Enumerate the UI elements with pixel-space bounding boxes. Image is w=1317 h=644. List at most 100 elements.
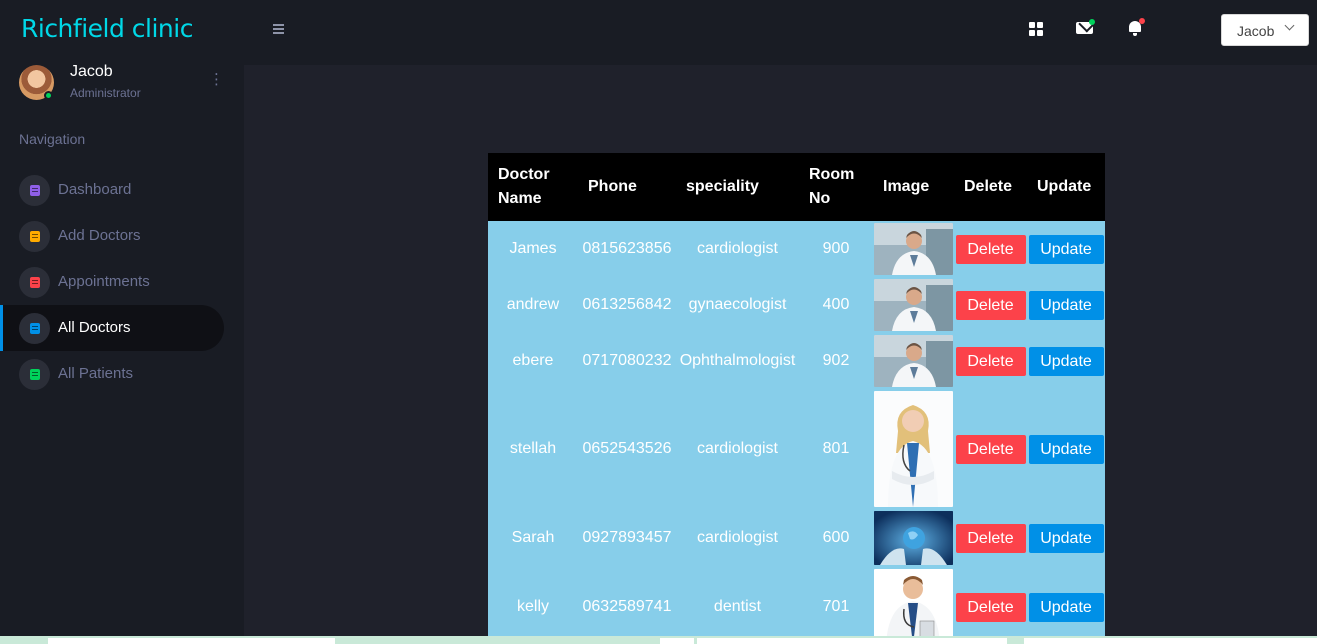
chevron-down-icon: [1284, 20, 1295, 31]
more-options-icon[interactable]: ⋮: [209, 71, 224, 89]
delete-button[interactable]: Delete: [955, 434, 1026, 464]
speciality-cell: gynaecologist: [676, 277, 799, 333]
delete-button[interactable]: Delete: [955, 234, 1026, 264]
sidebar: Richfield clinic Jacob Administrator ⋮ N…: [0, 0, 244, 644]
speciality-cell: dentist: [676, 567, 799, 644]
phone-cell: 0632589741: [578, 567, 676, 644]
update-cell: Update: [1027, 509, 1105, 567]
doctor-image: [873, 333, 954, 389]
appointments-icon: [19, 267, 50, 298]
user-dropdown-label: Jacob: [1237, 23, 1275, 39]
update-button[interactable]: Update: [1028, 434, 1104, 464]
room-cell: 801: [799, 389, 873, 509]
bell-notification-dot: [1139, 18, 1145, 24]
table-row: kelly 0632589741 dentist 701 Delete Update: [488, 567, 1105, 644]
delete-cell: Delete: [954, 277, 1027, 333]
doctor-name-cell: kelly: [488, 567, 578, 644]
doctor-image: [873, 389, 954, 509]
doctor-image: [873, 509, 954, 567]
doctor-image: [873, 221, 954, 277]
room-cell: 902: [799, 333, 873, 389]
update-button[interactable]: Update: [1028, 523, 1104, 553]
sidebar-item-label: Add Doctors: [58, 227, 141, 244]
phone-cell: 0613256842: [578, 277, 676, 333]
top-navbar: Jacob: [244, 0, 1317, 65]
table-header-row: Doctor Name Phone speciality Room No Ima…: [488, 153, 1105, 221]
column-header: Doctor Name: [488, 153, 578, 221]
bottom-strip: [0, 636, 1317, 644]
phone-cell: 0815623856: [578, 221, 676, 277]
update-button[interactable]: Update: [1028, 346, 1104, 376]
phone-cell: 0927893457: [578, 509, 676, 567]
doctor-image: [873, 277, 954, 333]
table-row: andrew 0613256842 gynaecologist 400 Delete Up…: [488, 277, 1105, 333]
speciality-cell: cardiologist: [676, 221, 799, 277]
sidebar-item-all-doctors[interactable]: All Doctors: [0, 305, 224, 351]
update-button[interactable]: Update: [1028, 234, 1104, 264]
sidebar-item-label: Dashboard: [58, 181, 132, 198]
update-cell: Update: [1027, 333, 1105, 389]
delete-button[interactable]: Delete: [955, 523, 1026, 553]
doctors-table: Doctor Name Phone speciality Room No Ima…: [488, 153, 1105, 644]
profile-role: Administrator: [70, 86, 141, 100]
update-button[interactable]: Update: [1028, 592, 1104, 622]
online-status-dot: [44, 91, 53, 100]
add-doctors-icon: [19, 221, 50, 252]
update-cell: Update: [1027, 567, 1105, 644]
delete-button[interactable]: Delete: [955, 346, 1026, 376]
sidebar-item-label: All Patients: [58, 365, 134, 382]
all-doctors-icon: [19, 313, 50, 344]
phone-cell: 0717080232: [578, 333, 676, 389]
column-header: Update: [1027, 153, 1105, 221]
delete-button[interactable]: Delete: [955, 592, 1026, 622]
table-row: ebere 0717080232 Ophthalmologist 902 Delete U…: [488, 333, 1105, 389]
sidebar-item-add-doctors[interactable]: Add Doctors: [0, 213, 224, 259]
table-row: stellah 0652543526 cardiologist 801 Delete Up…: [488, 389, 1105, 509]
delete-button[interactable]: Delete: [955, 290, 1026, 320]
update-button[interactable]: Update: [1028, 290, 1104, 320]
column-header: Delete: [954, 153, 1027, 221]
table-row: Sarah 0927893457 cardiologist 600 Delete Upda…: [488, 509, 1105, 567]
all-patients-icon: [19, 359, 50, 390]
column-header: Phone: [578, 153, 676, 221]
doctor-image: [873, 567, 954, 644]
apps-grid-icon[interactable]: [1029, 22, 1043, 36]
speciality-cell: cardiologist: [676, 389, 799, 509]
delete-cell: Delete: [954, 509, 1027, 567]
delete-cell: Delete: [954, 567, 1027, 644]
update-cell: Update: [1027, 277, 1105, 333]
delete-cell: Delete: [954, 389, 1027, 509]
table-row: James 0815623856 cardiologist 900 Delete Upda…: [488, 221, 1105, 277]
sidebar-item-label: Appointments: [58, 273, 150, 290]
sidebar-item-dashboard[interactable]: Dashboard: [0, 167, 224, 213]
doctor-name-cell: ebere: [488, 333, 578, 389]
doctor-name-cell: stellah: [488, 389, 578, 509]
delete-cell: Delete: [954, 221, 1027, 277]
speciality-cell: Ophthalmologist: [676, 333, 799, 389]
profile-name: Jacob: [70, 63, 113, 80]
doctor-name-cell: James: [488, 221, 578, 277]
mail-notification-dot: [1089, 19, 1095, 25]
room-cell: 701: [799, 567, 873, 644]
sidebar-item-all-patients[interactable]: All Patients: [0, 351, 224, 397]
sidebar-item-label: All Doctors: [58, 319, 131, 336]
room-cell: 400: [799, 277, 873, 333]
user-dropdown[interactable]: Jacob: [1221, 14, 1309, 46]
column-header: Room No: [799, 153, 873, 221]
update-cell: Update: [1027, 389, 1105, 509]
nav-section-title: Navigation: [19, 131, 86, 147]
user-profile[interactable]: Jacob Administrator ⋮: [19, 62, 229, 102]
update-cell: Update: [1027, 221, 1105, 277]
doctor-name-cell: Sarah: [488, 509, 578, 567]
sidebar-item-appointments[interactable]: Appointments: [0, 259, 224, 305]
column-header: Image: [873, 153, 954, 221]
brand-logo[interactable]: Richfield clinic: [21, 14, 193, 43]
room-cell: 600: [799, 509, 873, 567]
doctor-name-cell: andrew: [488, 277, 578, 333]
column-header: speciality: [676, 153, 799, 221]
delete-cell: Delete: [954, 333, 1027, 389]
speciality-cell: cardiologist: [676, 509, 799, 567]
room-cell: 900: [799, 221, 873, 277]
menu-toggle-icon[interactable]: [273, 24, 284, 34]
dashboard-icon: [19, 175, 50, 206]
